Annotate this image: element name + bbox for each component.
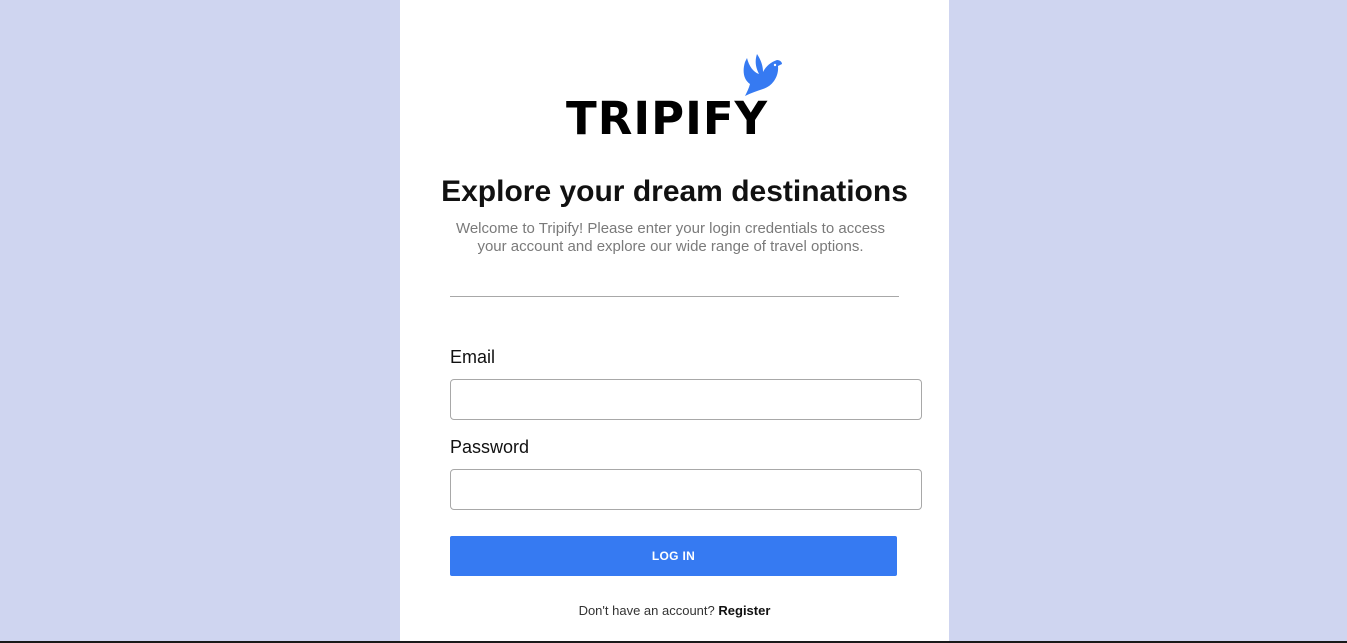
page-subtitle: Welcome to Tripify! Please enter your lo… bbox=[455, 220, 886, 255]
register-link[interactable]: Register bbox=[718, 603, 770, 618]
password-label: Password bbox=[450, 437, 530, 457]
login-card: TRIPIFY Explore your dream destinations … bbox=[400, 0, 949, 643]
login-button[interactable]: LOG IN bbox=[450, 536, 897, 576]
email-label: Email bbox=[450, 347, 496, 367]
page-title: Explore your dream destinations bbox=[441, 175, 908, 208]
register-prompt: Don't have an account? Register bbox=[400, 603, 949, 618]
page: TRIPIFY Explore your dream destinations … bbox=[0, 0, 1347, 643]
divider bbox=[450, 296, 899, 297]
password-field[interactable] bbox=[450, 469, 922, 510]
email-field[interactable] bbox=[450, 379, 922, 420]
brand-logo: TRIPIFY bbox=[566, 52, 786, 144]
brand-name: TRIPIFY bbox=[566, 92, 769, 145]
register-prompt-text: Don't have an account? bbox=[578, 603, 715, 618]
